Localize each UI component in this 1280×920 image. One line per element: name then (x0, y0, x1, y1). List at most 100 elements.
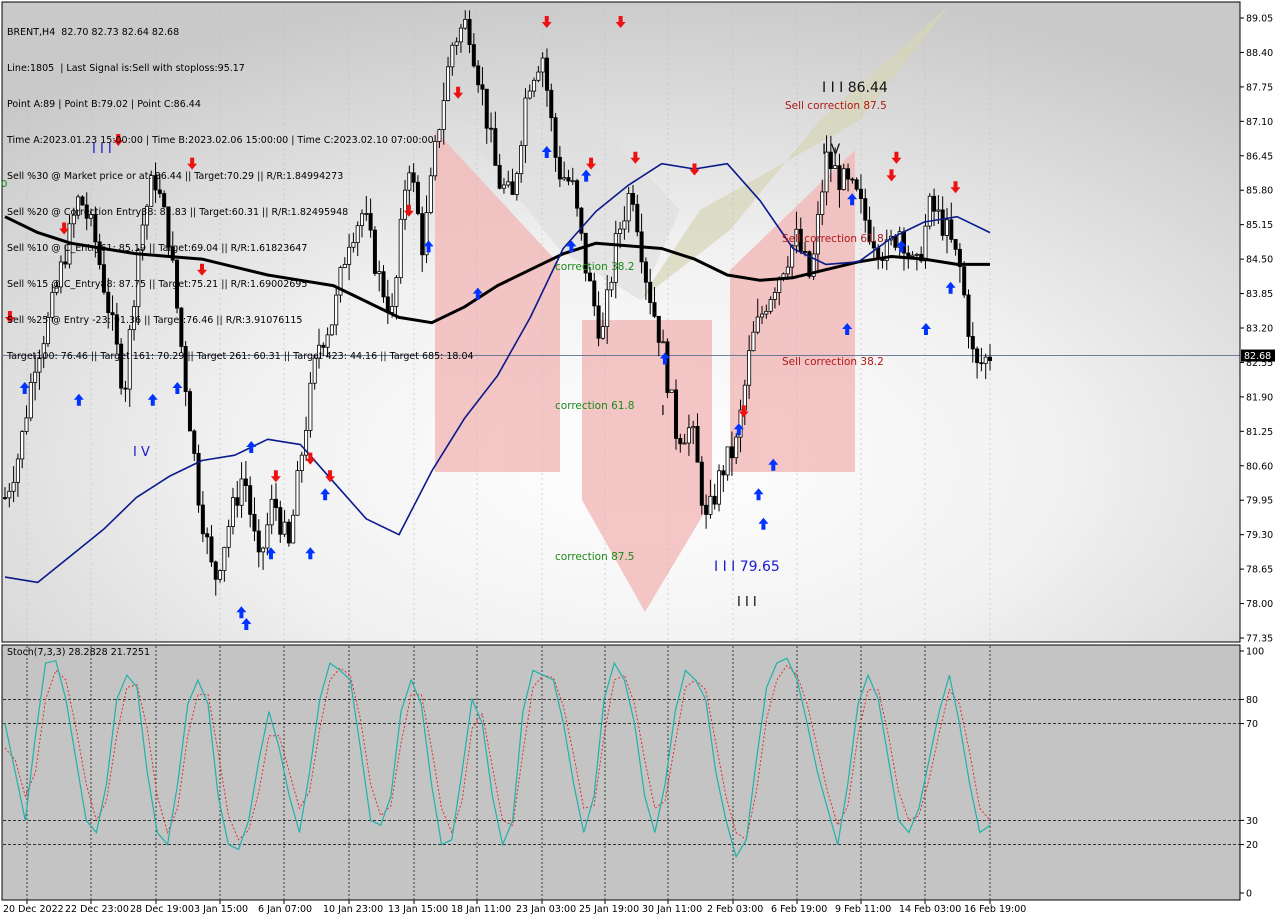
candle-body (893, 235, 898, 248)
candle-body (609, 281, 614, 291)
candle-body (665, 341, 670, 393)
candle-body (729, 446, 734, 459)
candle-body (983, 356, 988, 364)
candle-body (557, 156, 562, 180)
candle-body (755, 316, 760, 333)
candle-body (699, 461, 704, 506)
stoch-tick-label: 20 (1246, 840, 1258, 851)
candle-body (28, 382, 33, 419)
price-tick-label: 85.80 (1246, 186, 1273, 197)
candle-body (295, 470, 300, 516)
candle-body (497, 164, 502, 189)
candle-body (239, 478, 244, 506)
candle-body (540, 57, 545, 73)
price-tick-label: 89.05 (1246, 14, 1273, 25)
info-line: Sell %20 @ Correction Entry38: 82.83 || … (7, 207, 349, 218)
candle-body (213, 561, 218, 580)
symbol-quote-line: BRENT,H4 82.70 82.73 82.64 82.68 (7, 27, 180, 38)
candle-body (648, 281, 653, 304)
candle-body (747, 350, 752, 386)
stoch-tick-label: 80 (1246, 695, 1258, 706)
correction-label: Sell correction 87.5 (785, 100, 887, 112)
candle-body (949, 219, 954, 240)
candle-body (970, 336, 975, 350)
candle-body (966, 294, 971, 337)
candle-body (286, 521, 291, 544)
wave-label: I V (133, 445, 150, 460)
wave-label: I I I 86.44 (822, 80, 888, 96)
candle-body (841, 168, 846, 190)
time-tick-label: 13 Jan 15:00 (388, 904, 448, 915)
candle-body (243, 478, 248, 487)
time-tick-label: 9 Feb 11:00 (835, 904, 891, 915)
candle-body (24, 417, 29, 432)
price-tick-label: 86.45 (1246, 151, 1273, 162)
candle-body (914, 253, 919, 256)
candle-body (480, 84, 485, 90)
candle-body (695, 426, 700, 463)
candle-body (962, 266, 967, 296)
candle-body (562, 177, 567, 180)
candle-body (923, 225, 928, 262)
info-line: Target100: 76.46 || Target 161: 70.29 ||… (7, 351, 474, 362)
candle-body (906, 252, 911, 257)
candle-body (261, 547, 266, 553)
candle-body (226, 526, 231, 548)
candle-body (686, 427, 691, 444)
candle-body (192, 430, 197, 454)
time-tick-label: 6 Feb 19:00 (771, 904, 827, 915)
time-tick-label: 28 Dec 19:00 (130, 904, 194, 915)
info-line: Sell %15 @ C_Entry88: 87.75 || Target:75… (7, 279, 308, 290)
candle-body (669, 389, 674, 393)
time-tick-label: 18 Jan 11:00 (451, 904, 511, 915)
stoch-tick-label: 70 (1246, 719, 1258, 730)
time-tick-label: 10 Jan 23:00 (323, 904, 383, 915)
stoch-tick-label: 0 (1246, 889, 1252, 900)
time-tick-label: 23 Jan 03:00 (516, 904, 576, 915)
stoch-tick-label: 30 (1246, 816, 1258, 827)
price-tick-label: 78.00 (1246, 599, 1273, 610)
candle-body (527, 90, 532, 99)
price-tick-label: 77.35 (1246, 634, 1273, 645)
candle-body (308, 382, 313, 431)
price-tick-label: 83.85 (1246, 289, 1273, 300)
candle-body (858, 188, 863, 199)
time-tick-label: 20 Dec 2022 (3, 904, 64, 915)
candle-body (570, 180, 575, 183)
candle-body (230, 497, 235, 527)
correction-label: Sell correction 61.8 (782, 233, 884, 245)
candle-body (200, 504, 205, 535)
candle-body (523, 97, 528, 146)
candle-body (209, 536, 214, 563)
candle-body (803, 250, 808, 253)
candle-body (734, 436, 739, 459)
candle-body (20, 431, 25, 460)
candle-body (652, 302, 657, 317)
time-tick-label: 3 Jan 15:00 (194, 904, 248, 915)
candle-body (575, 180, 580, 209)
price-tick-label: 87.10 (1246, 117, 1273, 128)
correction-label: Sell correction 38.2 (782, 356, 884, 368)
candle-body (850, 178, 855, 181)
candle-body (712, 495, 717, 505)
wave-label: I V (822, 142, 841, 158)
correction-label: correction 61.8 (555, 400, 634, 412)
candle-body (506, 181, 511, 186)
candle-body (252, 513, 257, 532)
candle-body (605, 289, 610, 327)
candle-body (764, 310, 769, 315)
time-tick-label: 6 Jan 07:00 (258, 904, 312, 915)
candle-body (760, 313, 765, 318)
candle-body (944, 219, 949, 236)
candle-body (519, 145, 524, 175)
candle-body (863, 198, 868, 221)
trading-chart-window[interactable]: I I II VI I I 86.44 I VII I I 79.65 I I IS… (0, 0, 1280, 920)
candle-body (235, 497, 240, 506)
candle-body (820, 191, 825, 215)
candle-body (678, 438, 683, 445)
candle-body (544, 57, 549, 91)
candle-body (592, 280, 597, 307)
candle-body (205, 533, 210, 538)
candle-body (656, 315, 661, 343)
stochastic-title: Stoch(7,3,3) 28.2828 21.7251 (7, 647, 151, 658)
